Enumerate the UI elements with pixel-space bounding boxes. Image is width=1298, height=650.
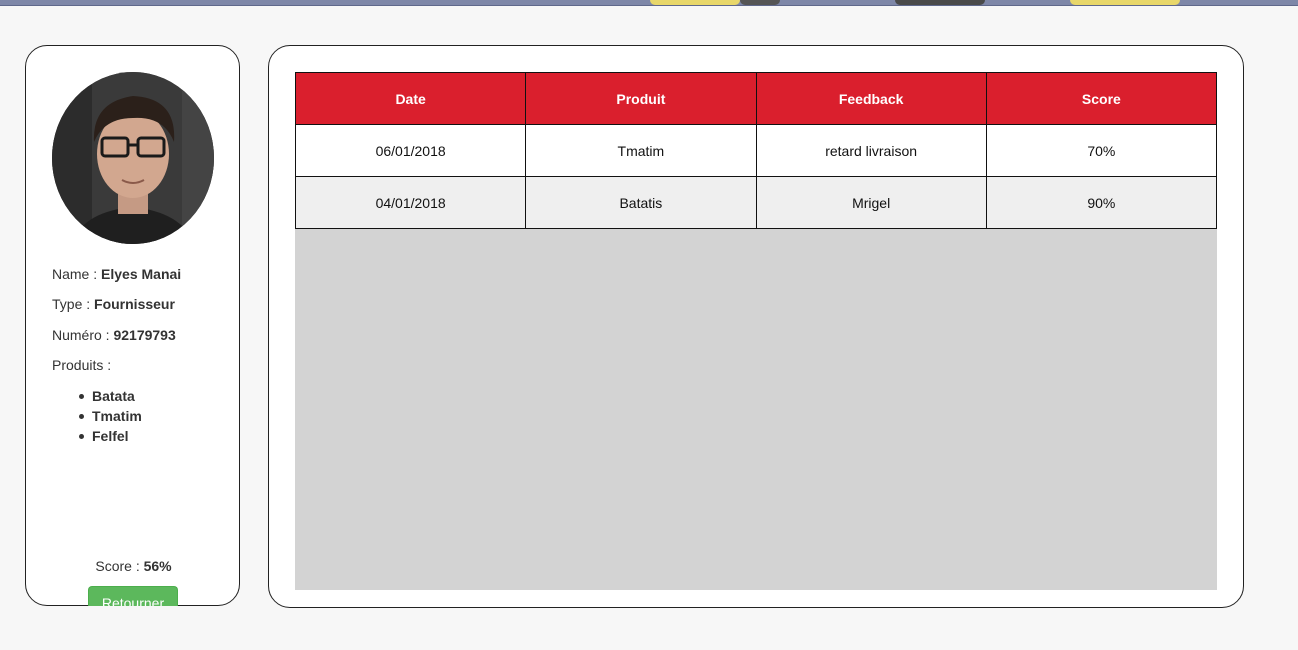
- products-label: Produits :: [52, 357, 112, 373]
- column-header-product[interactable]: Produit: [525, 72, 757, 125]
- products-list: Batata Tmatim Felfel: [79, 386, 142, 446]
- cell-score: 70%: [985, 124, 1218, 177]
- back-button[interactable]: Retourner: [88, 586, 178, 606]
- table-row: 04/01/2018 Batatis Mrigel 90%: [294, 176, 1218, 229]
- header-image-fragment: [895, 0, 985, 5]
- list-item: Tmatim: [79, 408, 142, 424]
- type-label: Type :: [52, 296, 91, 312]
- cell-feedback: retard livraison: [755, 124, 987, 177]
- profile-products-label: Produits :: [52, 357, 111, 373]
- profile-card: Name : Elyes Manai Type : Fournisseur Nu…: [25, 45, 240, 606]
- name-label: Name :: [52, 266, 98, 282]
- header-image-fragment: [1070, 0, 1180, 5]
- number-value: 92179793: [113, 327, 176, 343]
- profile-score: Score : 56%: [26, 558, 241, 574]
- avatar-photo: [52, 72, 214, 244]
- cell-date: 04/01/2018: [294, 176, 527, 229]
- header-image-fragment: [650, 0, 740, 5]
- profile-name: Name : Elyes Manai: [52, 266, 181, 282]
- cell-product: Batatis: [525, 176, 757, 229]
- table-header-row: Date Produit Feedback Score: [294, 72, 1218, 125]
- top-header-strip: [0, 0, 1298, 6]
- type-value: Fournisseur: [94, 296, 175, 312]
- name-value: Elyes Manai: [101, 266, 182, 282]
- list-item: Batata: [79, 386, 142, 406]
- cell-score: 90%: [985, 176, 1218, 229]
- number-label: Numéro :: [52, 327, 110, 343]
- cell-date: 06/01/2018: [294, 124, 527, 177]
- profile-type: Type : Fournisseur: [52, 296, 175, 312]
- table-row: 06/01/2018 Tmatim retard livraison 70%: [294, 124, 1218, 177]
- feedback-table-area: Date Produit Feedback Score 06/01/2018 T…: [294, 72, 1218, 590]
- header-image-fragment: [740, 0, 780, 5]
- list-item: Felfel: [79, 426, 142, 446]
- column-header-score[interactable]: Score: [985, 72, 1218, 125]
- cell-product: Tmatim: [525, 124, 757, 177]
- score-value: 56%: [143, 558, 172, 574]
- column-header-date[interactable]: Date: [294, 72, 527, 125]
- profile-number: Numéro : 92179793: [52, 327, 176, 343]
- column-header-feedback[interactable]: Feedback: [755, 72, 987, 125]
- avatar: [52, 72, 214, 244]
- feedback-card: Date Produit Feedback Score 06/01/2018 T…: [268, 45, 1244, 608]
- feedback-table: Date Produit Feedback Score 06/01/2018 T…: [294, 72, 1218, 229]
- cell-feedback: Mrigel: [755, 176, 987, 229]
- score-label: Score :: [95, 558, 140, 574]
